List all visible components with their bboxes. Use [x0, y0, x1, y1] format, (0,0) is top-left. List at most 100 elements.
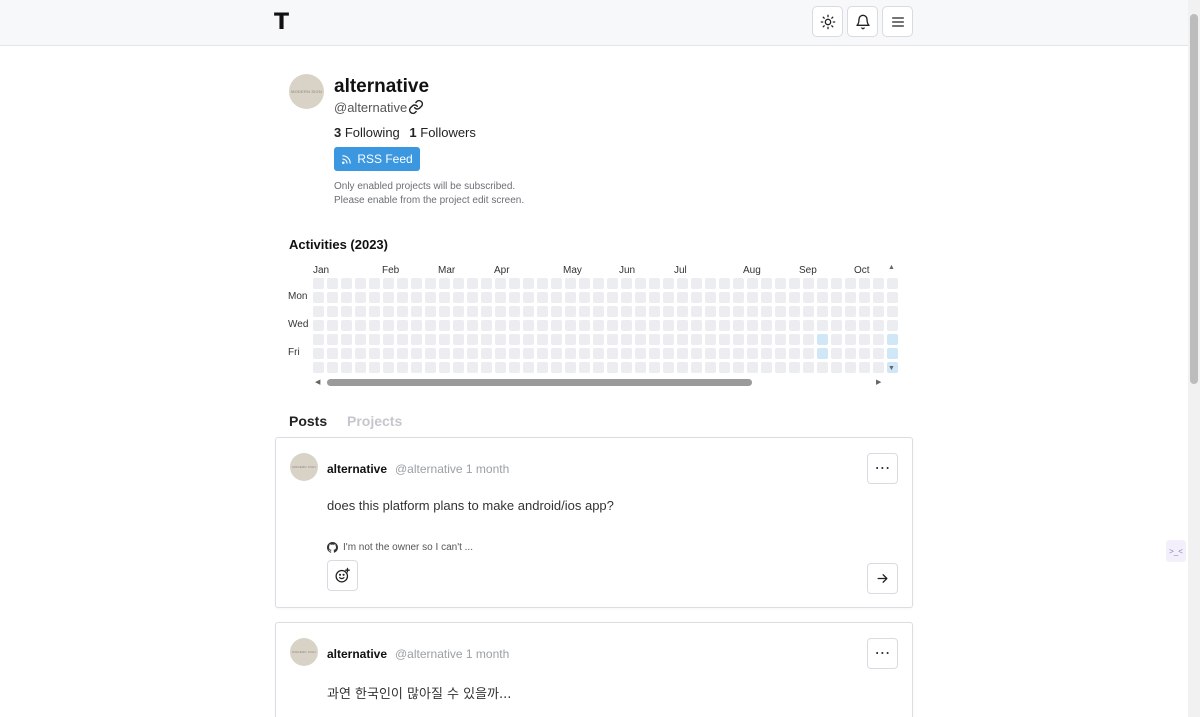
heatmap-cell — [831, 292, 842, 303]
heatmap-cell — [845, 306, 856, 317]
open-post-button[interactable] — [867, 563, 898, 594]
heatmap-cell — [411, 320, 422, 331]
heatmap-cell — [607, 348, 618, 359]
notifications-button[interactable] — [847, 6, 878, 37]
heatmap-cell — [691, 320, 702, 331]
heatmap-cell — [705, 292, 716, 303]
menu-button[interactable] — [882, 6, 913, 37]
following-link[interactable]: 3 Following — [334, 125, 400, 140]
heatmap-cell — [327, 348, 338, 359]
heatmap-cell — [663, 306, 674, 317]
heatmap-cell — [677, 362, 688, 373]
heatmap-cell — [453, 292, 464, 303]
heatmap-cell — [341, 306, 352, 317]
heatmap-cell — [537, 320, 548, 331]
heatmap-cell — [355, 362, 366, 373]
add-reaction-button[interactable] — [327, 560, 358, 591]
day-label: Fri — [288, 347, 300, 358]
heatmap-cell — [705, 306, 716, 317]
heatmap-cell — [859, 362, 870, 373]
heatmap-cell — [495, 278, 506, 289]
heatmap-cell — [789, 348, 800, 359]
heatmap-cell — [677, 292, 688, 303]
post-author[interactable]: alternative — [327, 647, 387, 661]
following-label: Following — [344, 125, 400, 140]
tab-projects[interactable]: Projects — [347, 413, 402, 429]
activity-heatmap: Jan Feb Mar Apr May Jun Jul Aug Sep Oct … — [284, 262, 898, 390]
post-author[interactable]: alternative — [327, 462, 387, 476]
heatmap-cell — [719, 292, 730, 303]
heatmap-cell — [313, 362, 324, 373]
post-body[interactable]: does this platform plans to make android… — [327, 498, 614, 513]
heatmap-cell — [327, 334, 338, 345]
heatmap-cell — [621, 292, 632, 303]
month-label: Mar — [438, 265, 456, 276]
month-label: Jan — [313, 265, 330, 276]
author-avatar[interactable]: MODERN SIGN — [290, 453, 318, 481]
heatmap-cell — [761, 306, 772, 317]
heatmap-cell — [761, 334, 772, 345]
avatar-text: MODERN SIGN — [292, 650, 316, 654]
heatmap-cell — [523, 320, 534, 331]
heatmap-cell — [677, 320, 688, 331]
month-label: Apr — [494, 265, 510, 276]
heatmap-cell — [579, 306, 590, 317]
heatmap-cell — [425, 362, 436, 373]
side-widget-icon[interactable]: >_< — [1166, 540, 1186, 562]
heatmap-cell — [537, 348, 548, 359]
heatmap-cell — [495, 320, 506, 331]
heatmap-cell — [509, 362, 520, 373]
heatmap-cell — [663, 348, 674, 359]
followers-count: 1 — [409, 125, 417, 140]
heatmap-cell — [495, 348, 506, 359]
heatmap-cell — [719, 306, 730, 317]
heatmap-cell — [831, 334, 842, 345]
heatmap-cell — [845, 320, 856, 331]
heatmap-cell — [537, 306, 548, 317]
followers-link[interactable]: 1 Followers — [409, 125, 475, 140]
reply-preview[interactable]: I'm not the owner so I can't ... — [327, 542, 473, 553]
scroll-down-arrow-icon[interactable]: ▼ — [888, 365, 895, 372]
scroll-up-arrow-icon[interactable]: ▲ — [888, 264, 895, 271]
heatmap-cell — [495, 306, 506, 317]
heatmap-scrollbar-thumb[interactable] — [327, 379, 752, 386]
heatmap-cell — [859, 292, 870, 303]
page-scrollbar[interactable] — [1188, 0, 1200, 717]
heatmap-cell — [327, 306, 338, 317]
heatmap-cell — [803, 320, 814, 331]
heatmap-cell — [467, 348, 478, 359]
heatmap-cell — [719, 348, 730, 359]
heatmap-cell — [551, 348, 562, 359]
heatmap-cell — [327, 320, 338, 331]
post-card[interactable]: MODERN SIGN alternative @alternative 1 m… — [275, 622, 913, 717]
tab-posts[interactable]: Posts — [289, 413, 327, 429]
heatmap-cell — [761, 348, 772, 359]
heatmap-cell — [775, 334, 786, 345]
site-logo[interactable]: T — [274, 10, 289, 35]
scroll-right-arrow-icon[interactable]: ▶ — [876, 378, 881, 386]
page-scrollbar-thumb[interactable] — [1190, 14, 1198, 384]
month-label: Oct — [854, 265, 870, 276]
rss-feed-button[interactable]: RSS Feed — [334, 147, 420, 171]
heatmap-cell — [383, 278, 394, 289]
heatmap-cell — [397, 278, 408, 289]
post-more-button[interactable]: ⋯ — [867, 453, 898, 484]
post-more-button[interactable]: ⋯ — [867, 638, 898, 669]
author-avatar[interactable]: MODERN SIGN — [290, 638, 318, 666]
link-icon[interactable] — [408, 99, 424, 115]
theme-toggle-button[interactable] — [812, 6, 843, 37]
heatmap-cell — [467, 320, 478, 331]
heatmap-cell — [733, 306, 744, 317]
heatmap-cell — [467, 292, 478, 303]
heatmap-cell — [551, 334, 562, 345]
github-icon — [327, 542, 338, 553]
post-card[interactable]: MODERN SIGN alternative @alternative 1 m… — [275, 437, 913, 608]
heatmap-cell — [817, 292, 828, 303]
heatmap-cell — [887, 292, 898, 303]
heatmap-cell — [607, 292, 618, 303]
profile-avatar: MODERN SIGN — [289, 74, 324, 109]
post-body[interactable]: 과연 한국인이 많아질 수 있을까... — [327, 683, 511, 702]
heatmap-cell — [425, 292, 436, 303]
scroll-left-arrow-icon[interactable]: ◀ — [315, 378, 320, 386]
heatmap-cell — [831, 320, 842, 331]
